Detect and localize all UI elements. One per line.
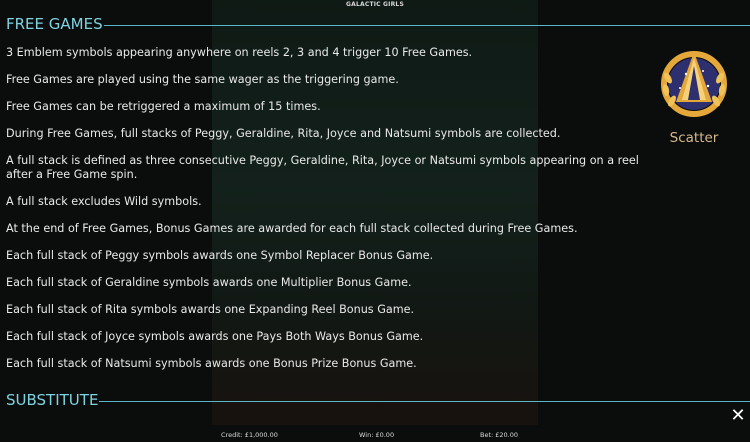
rule-paragraph: Each full stack of Rita symbols awards o…	[6, 303, 415, 316]
credit-readout: Credit: £1,000.00	[221, 431, 278, 439]
rule-paragraph: At the end of Free Games, Bonus Games ar…	[6, 222, 578, 235]
scatter-symbol-panel: Scatter	[652, 44, 736, 146]
status-bar: Credit: £1,000.00 Win: £0.00 Bet: £20.00	[0, 427, 750, 442]
substitute-divider	[99, 401, 750, 402]
rule-paragraph: During Free Games, full stacks of Peggy,…	[6, 127, 561, 140]
game-title: GALACTIC GIRLS	[346, 1, 404, 8]
rule-paragraph: A full stack excludes Wild symbols.	[6, 195, 202, 208]
rule-paragraph: Free Games can be retriggered a maximum …	[6, 100, 321, 113]
rule-paragraph: Each full stack of Natsumi symbols award…	[6, 357, 417, 370]
emblem-icon	[661, 51, 727, 117]
bet-readout: Bet: £20.00	[480, 431, 519, 439]
substitute-heading: SUBSTITUTE	[6, 391, 99, 409]
rule-paragraph: 3 Emblem symbols appearing anywhere on r…	[6, 46, 473, 59]
rule-paragraph: Each full stack of Peggy symbols awards …	[6, 249, 434, 262]
close-icon[interactable]: ✕	[728, 406, 748, 426]
scatter-label: Scatter	[669, 130, 719, 146]
rule-paragraph: Free Games are played using the same wag…	[6, 73, 399, 86]
free-games-divider	[104, 25, 750, 26]
win-readout: Win: £0.00	[359, 431, 395, 439]
free-games-rules: 3 Emblem symbols appearing anywhere on r…	[6, 46, 646, 384]
rule-paragraph: Each full stack of Joyce symbols awards …	[6, 330, 424, 343]
rule-paragraph: Each full stack of Geraldine symbols awa…	[6, 276, 412, 289]
rule-paragraph: A full stack is defined as three consecu…	[6, 154, 639, 181]
free-games-heading: FREE GAMES	[6, 15, 103, 33]
